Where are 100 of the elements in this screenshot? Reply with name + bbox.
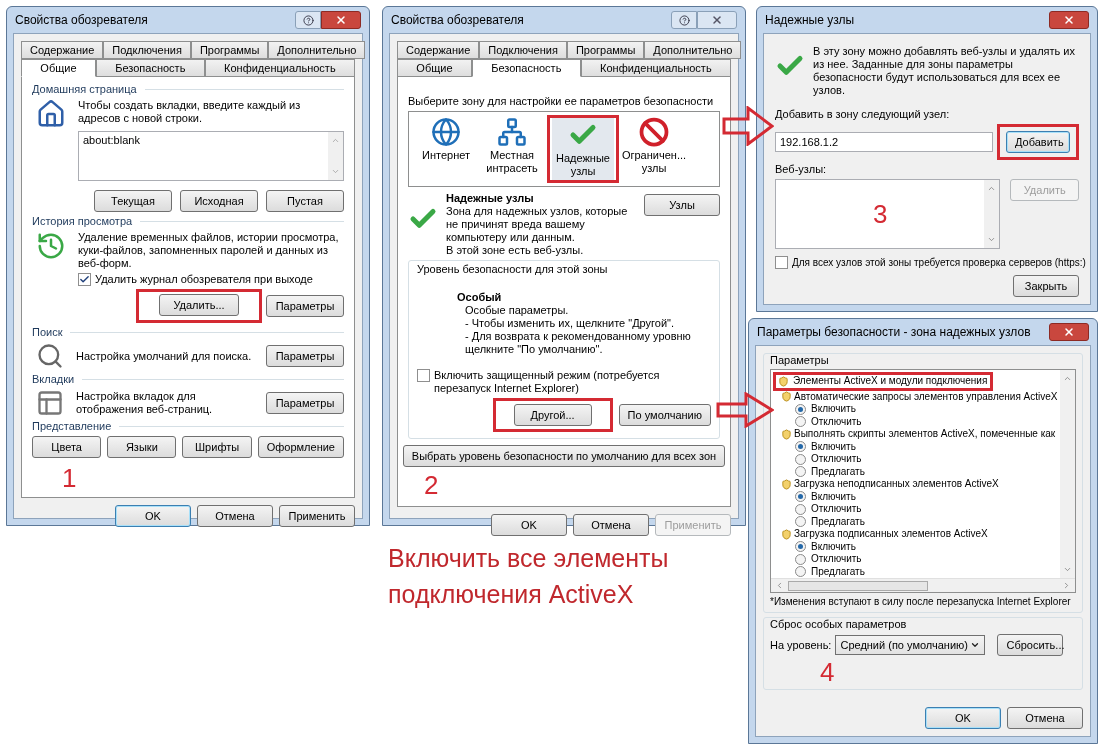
checkbox[interactable]	[775, 256, 788, 269]
tab[interactable]: Подключения	[103, 41, 191, 59]
tab[interactable]: Содержание	[21, 41, 104, 59]
radio-label[interactable]: Отключить	[811, 553, 862, 566]
radio-button[interactable]	[795, 403, 806, 415]
scroll-down-icon[interactable]	[331, 167, 340, 176]
button[interactable]: Языки	[107, 436, 177, 458]
checkbox[interactable]	[417, 369, 430, 382]
close-button[interactable]	[321, 11, 361, 29]
button[interactable]: Параметры	[266, 345, 344, 367]
button[interactable]: По умолчанию	[618, 404, 711, 426]
scroll-up-icon[interactable]	[987, 184, 997, 193]
scrollbar[interactable]	[984, 180, 1000, 248]
scroll-left-icon[interactable]	[775, 581, 784, 590]
radio-button[interactable]	[795, 541, 806, 553]
scrollbar[interactable]	[771, 578, 1075, 592]
tree-item[interactable]: Загрузка неподписанных элементов ActiveX	[794, 478, 999, 491]
level-dropdown[interactable]: Средний (по умолчанию)	[835, 635, 986, 655]
zone-item[interactable]: Интернет	[415, 115, 477, 164]
button[interactable]: Параметры	[266, 392, 344, 414]
help-button[interactable]	[295, 11, 321, 29]
radio-button[interactable]	[795, 441, 806, 453]
button[interactable]: Закрыть	[1013, 275, 1079, 297]
scroll-down-icon[interactable]	[1063, 565, 1072, 574]
tree-item[interactable]: Загрузка подписанных элементов ActiveX	[794, 528, 988, 541]
radio-label[interactable]: Включить	[811, 490, 856, 503]
scroll-right-icon[interactable]	[1062, 581, 1071, 590]
tree-item[interactable]: Выполнять скрипты элементов ActiveX, помеченные как	[794, 428, 1056, 441]
button[interactable]: Добавить	[1006, 131, 1070, 153]
scroll-up-icon[interactable]	[331, 136, 340, 145]
scroll-up-icon[interactable]	[1063, 374, 1072, 383]
button[interactable]: Отмена	[573, 514, 649, 536]
radio-label[interactable]: Отключить	[811, 503, 862, 516]
tab[interactable]: Дополнительно	[268, 41, 366, 59]
button[interactable]: Шрифты	[182, 436, 252, 458]
radio-button[interactable]	[795, 503, 806, 515]
button[interactable]: Текущая	[94, 190, 172, 212]
tab[interactable]: Подключения	[479, 41, 567, 59]
button[interactable]: Исходная	[180, 190, 258, 212]
tab[interactable]: Безопасность	[95, 59, 205, 77]
radio-label[interactable]: Предлагать	[811, 515, 865, 528]
button[interactable]: Другой...	[513, 404, 592, 426]
tree-item[interactable]: Элементы ActiveX и модули подключения	[793, 375, 988, 388]
zone-item[interactable]: Надежные узлы	[552, 118, 614, 180]
zone-item[interactable]: Местная интрасеть	[481, 115, 543, 177]
button[interactable]: Отмена	[1007, 707, 1083, 729]
radio-button[interactable]	[795, 416, 806, 428]
button[interactable]: Узлы	[644, 194, 720, 216]
scrollbar[interactable]	[328, 132, 343, 180]
tree-item[interactable]: Автоматические запросы элементов управления ActiveX	[794, 390, 1058, 403]
radio-label[interactable]: Отключить	[811, 453, 862, 466]
home-page-field[interactable]: about:blank	[78, 131, 344, 181]
tab[interactable]: Общие	[397, 59, 472, 77]
button[interactable]: Сбросить...	[997, 634, 1064, 656]
button[interactable]: Отмена	[197, 505, 273, 527]
checkbox-label[interactable]: Включить защищенный режим (потребуется перезапуск Internet Explorer)	[434, 369, 711, 395]
close-icon	[1063, 14, 1075, 26]
button[interactable]: Цвета	[32, 436, 102, 458]
radio-button[interactable]	[795, 566, 806, 578]
button[interactable]: Пустая	[266, 190, 344, 212]
radio-label[interactable]: Предлагать	[811, 465, 865, 478]
tab[interactable]: Конфиденциальность	[580, 59, 731, 77]
close-button[interactable]	[1049, 11, 1089, 29]
button[interactable]: OK	[491, 514, 567, 536]
close-button[interactable]	[697, 11, 737, 29]
checkbox[interactable]	[78, 273, 91, 286]
checkbox-label[interactable]: Удалить журнал обозревателя при выходе	[95, 273, 313, 286]
radio-label[interactable]: Предлагать	[811, 565, 865, 578]
radio-button[interactable]	[795, 466, 806, 478]
radio-label[interactable]: Включить	[811, 440, 856, 453]
tab[interactable]: Конфиденциальность	[204, 59, 355, 77]
tab[interactable]: Программы	[566, 41, 645, 59]
tab[interactable]: Дополнительно	[644, 41, 742, 59]
radio-button[interactable]	[795, 491, 806, 503]
button[interactable]: OK	[115, 505, 191, 527]
scrollbar[interactable]	[1060, 370, 1075, 578]
radio-label[interactable]: Включить	[811, 403, 856, 416]
radio-button[interactable]	[795, 553, 806, 565]
sites-list[interactable]: 3	[775, 179, 1001, 249]
tab[interactable]: Общие	[21, 59, 96, 77]
button[interactable]: Оформление	[257, 436, 344, 458]
site-input[interactable]: 192.168.1.2	[775, 132, 993, 152]
tab[interactable]: Содержание	[397, 41, 480, 59]
button[interactable]: OK	[925, 707, 1001, 729]
field-label: Веб-узлы:	[775, 163, 828, 176]
zone-item[interactable]: Ограничен... узлы	[623, 115, 685, 177]
button[interactable]: Удалить...	[159, 294, 239, 316]
checkbox-label[interactable]: Для всех узлов этой зоны требуется проверка серверов (https:)	[792, 256, 1086, 269]
button[interactable]: Параметры	[266, 295, 344, 317]
radio-label[interactable]: Отключить	[811, 415, 862, 428]
tab[interactable]: Безопасность	[471, 59, 581, 77]
radio-label[interactable]: Включить	[811, 540, 856, 553]
close-button[interactable]	[1049, 323, 1089, 341]
tab[interactable]: Программы	[190, 41, 269, 59]
help-button[interactable]	[671, 11, 697, 29]
button[interactable]: Применить	[279, 505, 355, 527]
button[interactable]: Выбрать уровень безопасности по умолчанию для всех зон	[402, 445, 726, 467]
radio-button[interactable]	[795, 516, 806, 528]
radio-button[interactable]	[795, 453, 806, 465]
scroll-down-icon[interactable]	[987, 235, 997, 244]
